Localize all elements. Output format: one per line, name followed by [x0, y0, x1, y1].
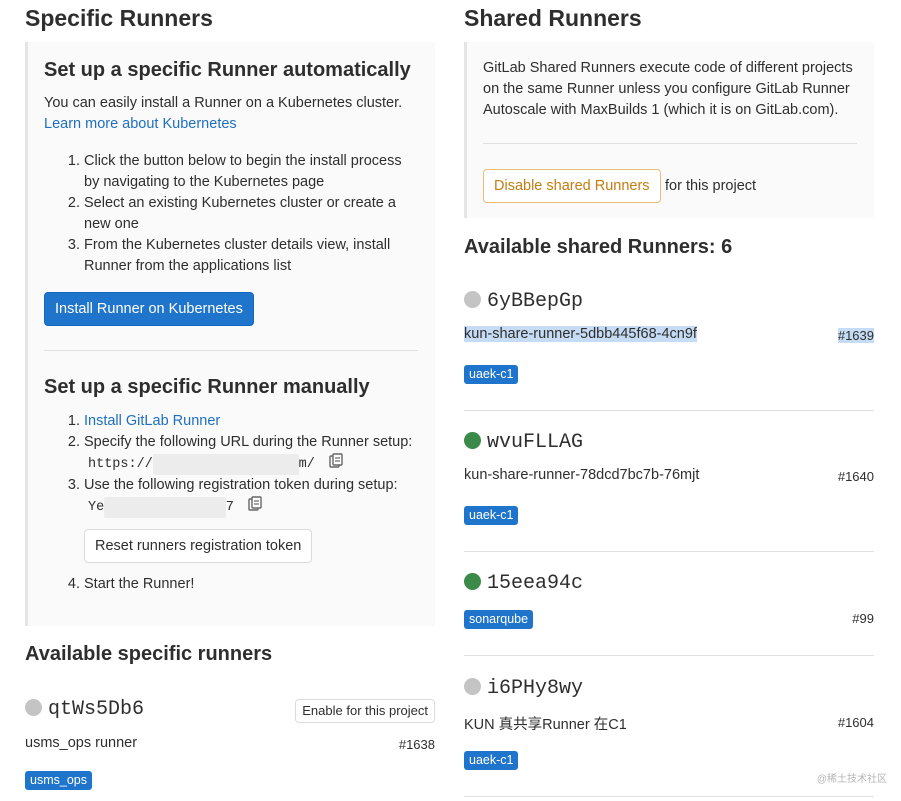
runner-description: usms_ops runner: [25, 735, 138, 751]
runner-name-text: 15eea94c: [487, 572, 584, 595]
shared-runner-name[interactable]: 6yBBepGp: [464, 290, 583, 313]
runner-divider: [464, 551, 874, 552]
watermark: @稀土技术社区: [816, 774, 887, 785]
auto-setup-heading: Set up a specific Runner automatically: [44, 59, 411, 81]
runner-tag: uaek-c1: [464, 506, 519, 525]
runner-name-text: qtWs5Db6: [48, 698, 145, 721]
learn-kubernetes-link[interactable]: Learn more about Kubernetes: [44, 116, 237, 132]
runner-divider: [464, 655, 874, 656]
runner-url-suffix: m/: [298, 457, 315, 472]
runner-name-text: 6yBBepGp: [487, 290, 584, 313]
manual-step-2-text: Specify the following URL during the Run…: [84, 434, 413, 450]
manual-step-3: Use the following registration token dur…: [84, 475, 424, 518]
status-idle-icon: [464, 291, 481, 308]
registration-token-code[interactable]: Yexxxxxxxxxxxxxxx7: [84, 497, 238, 518]
redacted-url: xxxxxxxxxxxxxxxxxx: [152, 454, 299, 475]
shared-runner-name[interactable]: i6PHy8wy: [464, 677, 583, 700]
runner-id: #1640: [837, 469, 874, 484]
manual-step-1: Install GitLab Runner: [84, 411, 424, 432]
runner-name-text: wvuFLLAG: [487, 431, 584, 454]
shared-runners-info: GitLab Shared Runners execute code of di…: [483, 60, 853, 118]
runner-tag: usms_ops: [25, 771, 92, 790]
runner-id: #99: [852, 611, 874, 626]
specific-runner-name[interactable]: qtWs5Db6: [25, 698, 144, 721]
specific-runners-setup-panel: Set up a specific Runner automatically Y…: [25, 42, 435, 626]
shared-runners-title: Shared Runners: [464, 5, 642, 31]
shared-runner-name[interactable]: wvuFLLAG: [464, 431, 583, 454]
manual-step-4: Start the Runner!: [84, 574, 194, 595]
manual-setup-heading: Set up a specific Runner manually: [44, 376, 370, 398]
runner-divider: [464, 410, 874, 411]
runner-url-prefix: https://: [88, 457, 153, 472]
auto-setup-steps: Click the button below to begin the inst…: [44, 151, 414, 277]
token-suffix: 7: [225, 500, 234, 515]
runner-description: KUN 真共享Runner 在C1: [464, 717, 627, 733]
install-gitlab-runner-link[interactable]: Install GitLab Runner: [84, 413, 220, 429]
disable-suffix-text: for this project: [665, 178, 757, 194]
available-specific-runners-title: Available specific runners: [25, 643, 273, 665]
runner-tag: uaek-c1: [464, 365, 519, 384]
auto-step-3: From the Kubernetes cluster details view…: [84, 235, 414, 277]
runner-url-code[interactable]: https://xxxxxxxxxxxxxxxxxxm/: [84, 454, 319, 475]
status-idle-icon: [25, 699, 42, 716]
specific-runners-title: Specific Runners: [25, 5, 213, 31]
runner-tag: uaek-c1: [464, 751, 519, 770]
available-shared-runners-title: Available shared Runners: 6: [464, 236, 733, 258]
auto-step-1: Click the button below to begin the inst…: [84, 151, 414, 193]
runner-description: kun-share-runner-5dbb445f68-4cn9f: [464, 326, 697, 342]
runner-description: kun-share-runner-78dcd7bc7b-76mjt: [464, 467, 700, 483]
runner-id: #1604: [837, 715, 874, 730]
shared-runner-name[interactable]: 15eea94c: [464, 572, 583, 595]
manual-setup-steps: Install GitLab Runner Specify the follow…: [44, 411, 424, 518]
redacted-token: xxxxxxxxxxxxxxx: [104, 497, 226, 518]
auto-setup-intro: You can easily install a Runner on a Kub…: [44, 93, 424, 135]
copy-token-icon[interactable]: [248, 496, 262, 512]
runner-tag: sonarqube: [464, 610, 534, 629]
auto-step-2: Select an existing Kubernetes cluster or…: [84, 193, 414, 235]
manual-step-2: Specify the following URL during the Run…: [84, 432, 424, 475]
shared-runners-info-panel: GitLab Shared Runners execute code of di…: [464, 42, 874, 218]
shared-divider: [483, 143, 857, 144]
runner-id: #1638: [398, 737, 435, 752]
status-idle-icon: [464, 678, 481, 695]
manual-step-3-text: Use the following registration token dur…: [84, 477, 398, 493]
runner-name-text: i6PHy8wy: [487, 677, 584, 700]
runner-divider: [464, 796, 874, 797]
reset-registration-token-button[interactable]: Reset runners registration token: [84, 529, 313, 563]
copy-url-icon[interactable]: [329, 453, 343, 469]
disable-shared-runners-button[interactable]: Disable shared Runners: [483, 169, 661, 203]
runner-id: #1639: [837, 328, 874, 343]
token-prefix: Ye: [88, 500, 105, 515]
enable-for-project-button[interactable]: Enable for this project: [295, 699, 435, 723]
auto-setup-intro-text: You can easily install a Runner on a Kub…: [44, 95, 403, 111]
status-online-icon: [464, 432, 481, 449]
status-online-icon: [464, 573, 481, 590]
panel-divider: [44, 350, 418, 351]
install-runner-kubernetes-button[interactable]: Install Runner on Kubernetes: [44, 292, 254, 326]
manual-setup-steps-cont: Start the Runner!: [44, 574, 194, 595]
